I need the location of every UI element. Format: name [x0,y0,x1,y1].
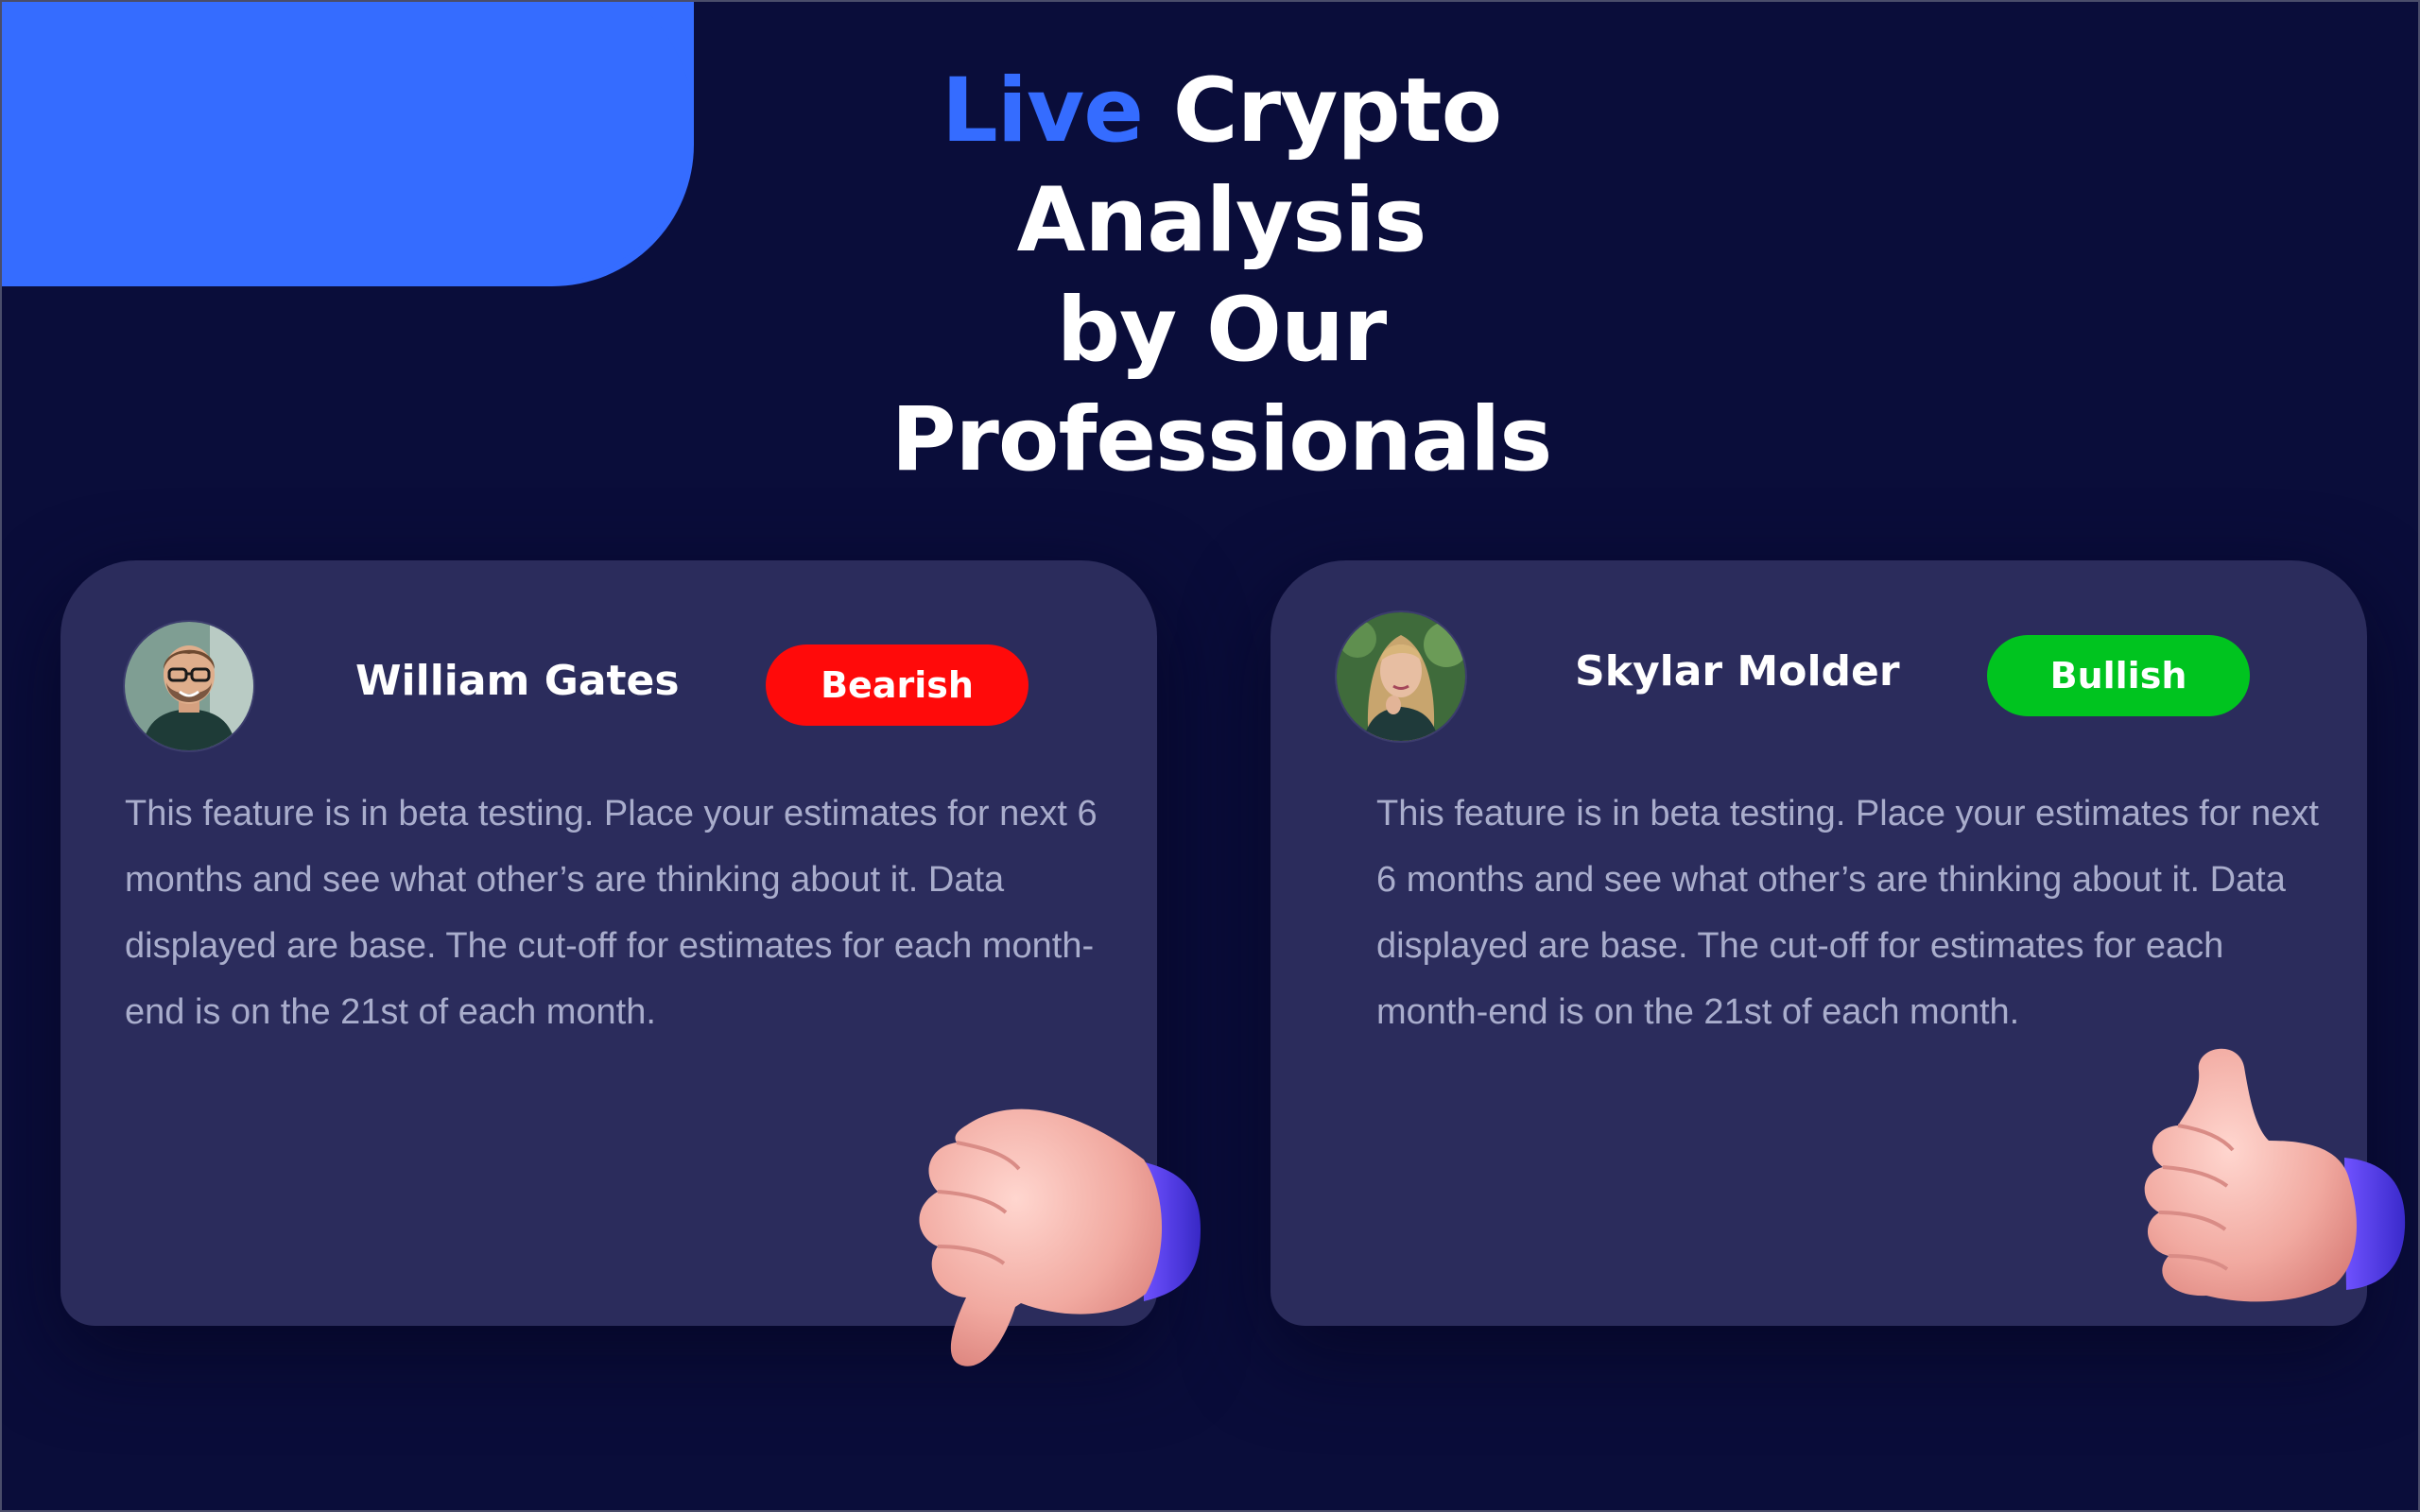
analyst-name: Skylar Molder [1575,647,1900,696]
page: Live Crypto Analysis by Our Professional… [0,0,2420,1512]
page-title-accent: Live [941,60,1144,163]
analyst-card: Skylar Molder Bullish This feature is in… [1270,560,2406,1326]
sentiment-badge-bearish: Bearish [766,644,1028,726]
page-title: Live Crypto Analysis by Our Professional… [749,57,1694,495]
thumbs-up-icon [2144,1048,2406,1302]
avatar [1335,610,1467,743]
avatar [123,620,255,752]
card-description: This feature is in beta testing. Place y… [125,794,1098,1032]
thumbs-down-icon [919,1108,1201,1366]
page-title-line2: by Our Professionals [890,279,1553,491]
decorative-corner-shape [2,2,694,286]
card-description: This feature is in beta testing. Place y… [1376,794,2319,1032]
male-avatar-icon [125,622,253,750]
female-avatar-icon [1337,612,1465,741]
sentiment-badge-bullish: Bullish [1987,635,2250,716]
analyst-name: William Gates [355,657,680,705]
analyst-card: William Gates Bearish This feature is in… [60,560,1201,1366]
